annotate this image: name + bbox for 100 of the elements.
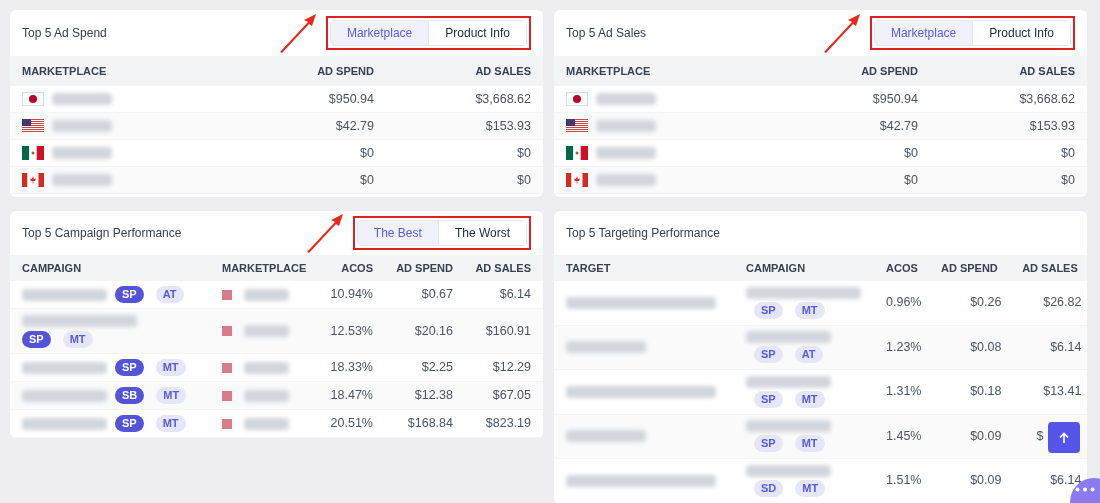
column-header: AD SPEND <box>395 260 453 276</box>
column-header: AD SALES <box>1021 260 1078 276</box>
table-cell-text: $42.79 <box>334 117 374 135</box>
blurred-text <box>596 174 656 186</box>
card-title: Top 5 Ad Spend <box>22 25 107 42</box>
table-cell-text: 18.33% <box>329 359 373 377</box>
table-cell-text: $6.14 <box>1049 472 1082 490</box>
table-cell-text: $950.94 <box>327 90 374 108</box>
toggle-tab[interactable]: Product Info <box>428 21 526 45</box>
table-cell-text: 0.96% <box>886 294 922 312</box>
campaign-tag: SP <box>22 330 51 348</box>
table-cell-text: $823.19 <box>484 415 531 433</box>
campaign-tag: MT <box>795 479 826 497</box>
column-header: CAMPAIGN <box>22 260 83 276</box>
blurred-text <box>244 389 289 402</box>
table-cell-text: $0.18 <box>969 383 1002 401</box>
card-title: Top 5 Ad Sales <box>566 25 647 42</box>
table-cell-text: $0 <box>1060 171 1075 189</box>
toggle-tab[interactable]: The Worst <box>437 221 526 245</box>
table-cell-text: $6.14 <box>498 286 531 304</box>
campaign-tag: MT <box>155 415 186 432</box>
column-header: ACOS <box>886 260 918 276</box>
mexico-flag-icon <box>22 146 44 160</box>
arrow-up-icon <box>1058 431 1070 444</box>
table-cell-text: $6.14 <box>1049 338 1082 356</box>
card-title: Top 5 Campaign Performance <box>22 225 182 242</box>
campaign-tag: SP <box>115 359 144 376</box>
scroll-to-top-button[interactable] <box>1048 422 1080 453</box>
table-cell-text: $26.82 <box>1042 294 1082 312</box>
table-cell-text: 10.94% <box>329 286 373 304</box>
campaign-tag: MT <box>794 390 825 408</box>
table-cell-text: 1.23% <box>886 338 922 356</box>
table-cell-text: $160.91 <box>484 322 531 340</box>
campaign-tag: SP <box>754 301 783 319</box>
toggle-tab[interactable]: The Best <box>357 221 438 245</box>
blurred-text <box>52 93 112 105</box>
blurred-text <box>596 120 656 132</box>
table-cell-text: $0 <box>516 171 531 189</box>
campaign-tag: SP <box>115 286 144 303</box>
campaign-tag: MT <box>156 387 187 404</box>
table-cell-text: $12.29 <box>491 359 531 377</box>
campaign-tag: MT <box>155 359 186 376</box>
column-header: CAMPAIGN <box>746 260 807 276</box>
campaign-tag: SP <box>115 415 144 432</box>
table-cell-text: $20.16 <box>413 322 453 340</box>
table-cell-text: 1.45% <box>886 427 922 445</box>
table-cell-text: $67.05 <box>491 387 531 405</box>
blurred-text <box>52 147 112 159</box>
toggle-tab[interactable]: Product Info <box>972 21 1070 45</box>
mexico-flag-icon <box>566 146 588 160</box>
blurred-text <box>52 120 112 132</box>
table-cell-text: $0.09 <box>969 472 1002 490</box>
column-header: ACOS <box>340 260 373 276</box>
table-cell-text: $0.67 <box>420 286 453 304</box>
campaign-tag: MT <box>62 330 93 348</box>
table-cell-text: $2.25 <box>420 359 453 377</box>
column-header: AD SALES <box>474 63 531 79</box>
table-cell-text: $12.38 <box>413 387 453 405</box>
table-cell-text: $0 <box>903 144 918 162</box>
table-cell-text: $168.84 <box>406 415 453 433</box>
flag-icon <box>222 362 232 373</box>
blurred-text <box>244 325 289 337</box>
usa-flag-icon <box>566 119 588 133</box>
table-cell-text: 18.47% <box>329 387 373 405</box>
table-cell-text: 20.51% <box>329 415 373 433</box>
column-header: MARKETPLACE <box>22 63 108 79</box>
flag-icon <box>222 326 232 336</box>
flag-icon <box>222 289 232 300</box>
pointer-arrow <box>821 12 862 54</box>
blurred-text <box>52 174 112 186</box>
toggle-tab[interactable]: Marketplace <box>330 21 429 45</box>
campaign-tag: SP <box>754 435 783 453</box>
canada-flag-icon <box>22 173 44 187</box>
campaign-tag: AT <box>155 286 184 303</box>
blurred-text <box>244 361 289 374</box>
campaign-tag: SP <box>754 346 783 364</box>
table-cell-text: $0 <box>903 171 918 189</box>
more-icon <box>1075 487 1095 492</box>
column-header: AD SALES <box>1018 63 1075 79</box>
blurred-text <box>244 417 289 430</box>
campaign-tag: MT <box>794 301 825 319</box>
pointer-arrow <box>277 12 318 54</box>
table-cell-text: $0.08 <box>969 338 1002 356</box>
japan-flag-icon <box>22 92 44 106</box>
blurred-text <box>244 288 289 301</box>
card-title: Top 5 Targeting Performance <box>566 225 720 242</box>
table-cell-text: 1.31% <box>886 383 922 401</box>
blurred-text <box>596 93 656 105</box>
campaign-tag: SP <box>754 390 783 408</box>
column-header: TARGET <box>566 260 612 276</box>
toggle-tab[interactable]: Marketplace <box>874 21 973 45</box>
table-cell-text: $0 <box>359 144 374 162</box>
table-cell-text: $0.26 <box>969 294 1002 312</box>
table-cell-text: $3,668.62 <box>474 90 531 108</box>
campaign-tag: SB <box>115 387 145 404</box>
usa-flag-icon <box>22 119 44 133</box>
table-cell-text: $0 <box>359 171 374 189</box>
column-header: AD SPEND <box>939 260 998 276</box>
campaign-tag: AT <box>794 346 823 364</box>
table-cell-text: 1.51% <box>886 472 922 490</box>
